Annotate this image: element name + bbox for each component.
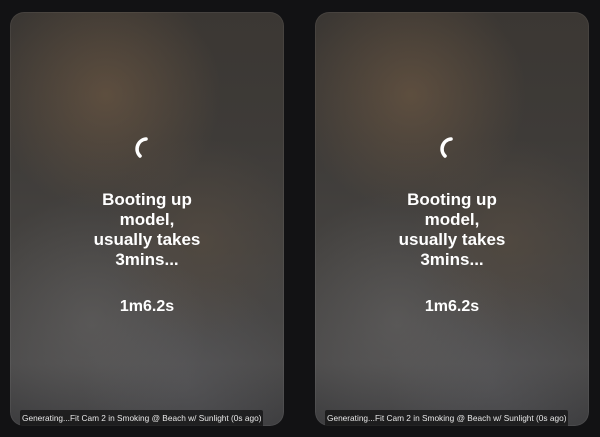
loading-spinner-icon	[438, 134, 466, 162]
loading-status-text: Booting up model, usually takes 3mins...	[93, 190, 201, 269]
generation-queue: Booting up model, usually takes 3mins...…	[0, 0, 600, 437]
loading-spinner-icon	[133, 134, 161, 162]
generation-caption: Generating...Fit Cam 2 in Smoking @ Beac…	[20, 410, 264, 426]
generation-card[interactable]: Booting up model, usually takes 3mins...…	[10, 12, 284, 426]
generation-caption: Generating...Fit Cam 2 in Smoking @ Beac…	[325, 410, 569, 426]
loading-status-text: Booting up model, usually takes 3mins...	[398, 190, 506, 269]
elapsed-timer: 1m6.2s	[119, 298, 175, 315]
elapsed-timer: 1m6.2s	[424, 298, 480, 315]
generation-card[interactable]: Booting up model, usually takes 3mins...…	[315, 12, 589, 426]
